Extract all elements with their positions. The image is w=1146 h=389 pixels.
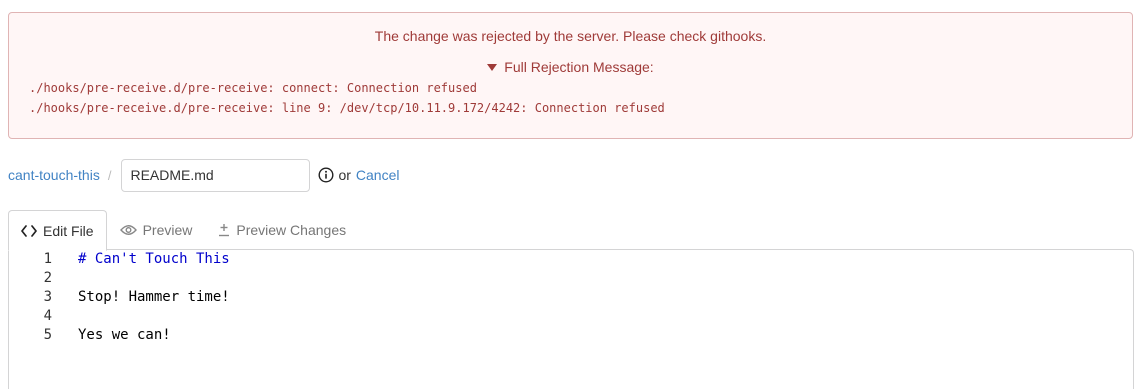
tab-edit-file-label: Edit File bbox=[43, 222, 94, 239]
diff-icon bbox=[218, 223, 230, 237]
rejection-message-line: ./hooks/pre-receive.d/pre-receive: line … bbox=[29, 101, 665, 115]
code-icon bbox=[21, 224, 37, 238]
line-number: 1 bbox=[43, 251, 52, 267]
tab-preview-changes-label: Preview Changes bbox=[236, 222, 347, 238]
tab-preview-changes[interactable]: Preview Changes bbox=[205, 210, 359, 250]
line-text: # Can't Touch This bbox=[78, 251, 230, 267]
rejection-message-block: ./hooks/pre-receive.d/pre-receive: conne… bbox=[29, 78, 665, 118]
breadcrumb-divider: / bbox=[107, 167, 112, 183]
editor-tabs: Edit File Preview Preview Changes bbox=[8, 210, 359, 251]
caret-down-icon bbox=[487, 64, 498, 71]
tab-edit-file[interactable]: Edit File bbox=[8, 210, 107, 251]
line-number: 4 bbox=[43, 308, 52, 324]
line-number: 5 bbox=[43, 327, 52, 343]
or-text: or bbox=[338, 167, 351, 183]
eye-icon bbox=[119, 224, 137, 236]
line-number: 3 bbox=[43, 289, 52, 305]
filename-input[interactable] bbox=[121, 158, 311, 192]
line-number: 2 bbox=[43, 270, 52, 286]
rejection-message-line: ./hooks/pre-receive.d/pre-receive: conne… bbox=[29, 81, 477, 95]
rejection-error-message: The change was rejected by the server. P… bbox=[8, 12, 1133, 139]
line-text: Stop! Hammer time! bbox=[78, 289, 230, 305]
cancel-link[interactable]: Cancel bbox=[356, 167, 400, 183]
tab-preview[interactable]: Preview bbox=[107, 210, 206, 250]
line-text: Yes we can! bbox=[78, 327, 171, 343]
tab-preview-label: Preview bbox=[142, 222, 193, 238]
error-title: The change was rejected by the server. P… bbox=[374, 28, 767, 44]
repo-link[interactable]: cant-touch-this bbox=[8, 167, 100, 183]
code-editor[interactable]: 1 # Can't Touch This 2 3 Stop! Hammer ti… bbox=[8, 249, 1134, 389]
info-icon[interactable] bbox=[318, 167, 334, 183]
full-rejection-toggle-label: Full Rejection Message: bbox=[504, 59, 654, 75]
full-rejection-toggle[interactable]: Full Rejection Message: bbox=[9, 59, 1132, 75]
breadcrumb: cant-touch-this / or Cancel bbox=[8, 158, 400, 192]
